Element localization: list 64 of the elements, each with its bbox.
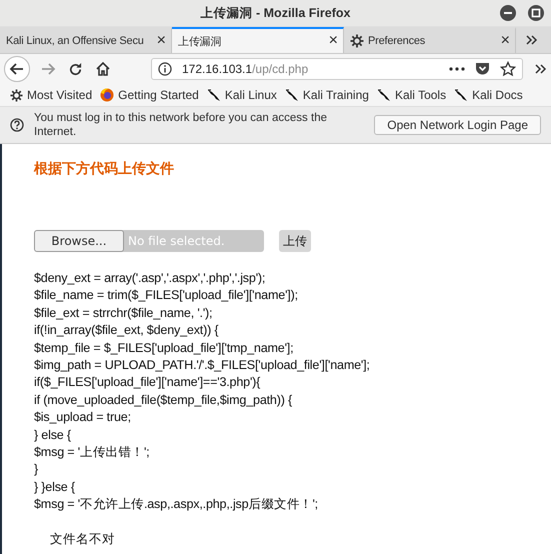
tab-label: Preferences bbox=[368, 35, 426, 47]
code-line: $msg = '不允许上传.asp,.aspx,.php,.jsp后缀文件！'; bbox=[34, 496, 318, 514]
close-tab-button[interactable]: × bbox=[156, 33, 166, 49]
code-line: if($_FILES['upload_file']['name']=='3.php'){ bbox=[34, 374, 260, 392]
tab[interactable]: 上传漏洞 × bbox=[172, 27, 344, 53]
bookmark-item[interactable]: Most Visited bbox=[10, 88, 92, 102]
close-tab-button[interactable]: × bbox=[328, 33, 338, 49]
result-message: 文件名不对 bbox=[50, 530, 115, 548]
forward-icon[interactable] bbox=[40, 61, 56, 77]
bookmark-label: Kali Tools bbox=[394, 88, 446, 102]
code-line: $msg = '上传出错！'; bbox=[34, 444, 150, 462]
reload-icon[interactable] bbox=[68, 62, 83, 76]
bookmark-item[interactable]: Kali Training bbox=[284, 88, 369, 102]
gear-icon bbox=[10, 88, 23, 102]
bookmark-item[interactable]: Kali Tools bbox=[376, 88, 446, 102]
code-line: if (move_uploaded_file($temp_file,$img_path)) { bbox=[34, 392, 292, 409]
browse-button[interactable]: Browse... bbox=[34, 230, 124, 252]
bookmark-label: Getting Started bbox=[118, 88, 199, 102]
code-line: $file_ext = strrchr($file_name, '.'); bbox=[34, 304, 212, 322]
tab-label: 上传漏洞 bbox=[178, 34, 222, 48]
bookmark-label: Kali Docs bbox=[472, 88, 523, 102]
bookmark-label: Kali Linux bbox=[224, 88, 277, 102]
code-line: } }else { bbox=[34, 478, 75, 496]
tab[interactable]: Preferences × bbox=[344, 27, 516, 53]
pocket-icon[interactable] bbox=[475, 62, 490, 76]
star-icon[interactable] bbox=[500, 61, 516, 77]
bookmark-label: Kali Training bbox=[302, 88, 369, 102]
help-icon bbox=[10, 118, 24, 132]
bookmark-item[interactable]: Getting Started bbox=[100, 88, 199, 102]
back-button[interactable] bbox=[4, 56, 30, 82]
chevron-icon[interactable] bbox=[526, 34, 538, 46]
home-icon[interactable] bbox=[95, 61, 111, 77]
bookmark-item[interactable]: Kali Linux bbox=[206, 88, 277, 102]
dragon-icon bbox=[284, 88, 299, 102]
code-line: if(!in_array($file_ext, $deny_ext)) { bbox=[34, 322, 218, 340]
info-icon bbox=[158, 62, 172, 76]
url-text: 172.16.103.1/up/cd.php bbox=[182, 62, 308, 76]
tab-label: Kali Linux, an Offensive Secu bbox=[6, 35, 145, 47]
more-icon[interactable] bbox=[449, 67, 465, 71]
minimize-icon[interactable] bbox=[499, 4, 517, 22]
dragon-icon bbox=[206, 88, 221, 102]
address-bar[interactable]: 172.16.103.1/up/cd.php bbox=[151, 58, 523, 80]
gear-icon bbox=[350, 34, 364, 48]
code-line: } bbox=[34, 461, 38, 478]
close-tab-button[interactable]: × bbox=[500, 33, 510, 49]
code-line: $deny_ext = array('.asp','.aspx','.php','.jsp'); bbox=[34, 270, 266, 287]
code-line: $img_path = UPLOAD_PATH.'/'.$_FILES['upload_file']['name']; bbox=[34, 357, 370, 374]
page-heading: 根据下方代码上传文件 bbox=[34, 160, 175, 178]
dragon-icon bbox=[454, 88, 468, 102]
code-line: $is_upload = true; bbox=[34, 409, 131, 426]
overflow-icon[interactable] bbox=[535, 63, 547, 75]
code-line: } else { bbox=[34, 426, 71, 444]
globe-icon bbox=[100, 88, 114, 102]
bookmark-label: Most Visited bbox=[27, 88, 92, 102]
window-title: 上传漏洞 - Mozilla Firefox bbox=[200, 4, 350, 22]
upload-button[interactable]: 上传 bbox=[279, 230, 311, 252]
code-line: $temp_file = $_FILES['upload_file']['tmp_name']; bbox=[34, 340, 294, 357]
maximize-icon[interactable] bbox=[527, 4, 545, 22]
bookmark-item[interactable]: Kali Docs bbox=[454, 88, 523, 102]
login-page-button[interactable]: Open Network Login Page bbox=[374, 115, 541, 135]
notification-message: You must log in to this network before you can access the Internet. bbox=[34, 111, 328, 139]
back-arrow-icon bbox=[9, 61, 25, 77]
code-line: $file_name = trim($_FILES['upload_file']['name']); bbox=[34, 287, 298, 304]
dragon-icon bbox=[376, 88, 391, 102]
